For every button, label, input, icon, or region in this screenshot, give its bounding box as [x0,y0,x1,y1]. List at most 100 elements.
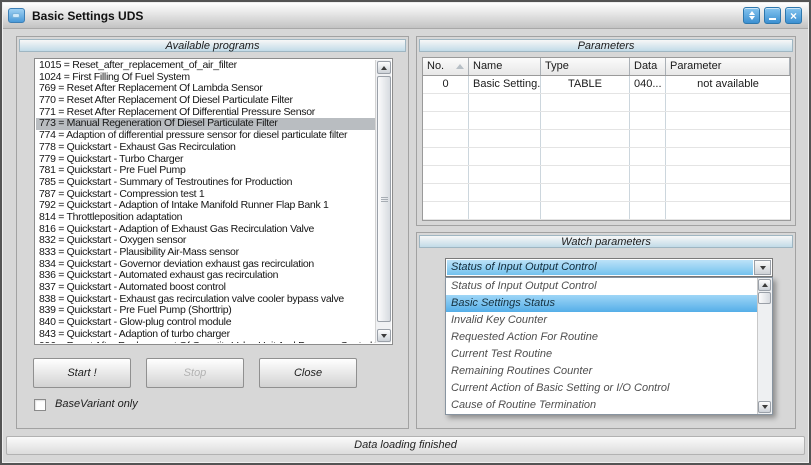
dropdown-scroll-up-button[interactable] [758,279,771,291]
minimize-button[interactable] [764,7,781,24]
program-list-item[interactable]: 770 = Reset After Replacement Of Diesel … [36,95,375,107]
restore-button[interactable] [743,7,760,24]
minimize-icon [769,18,776,20]
table-empty-cell [630,202,666,219]
program-list-item[interactable]: 774 = Adaption of differential pressure … [36,130,375,142]
program-list-item[interactable]: 792 = Quickstart - Adaption of Intake Ma… [36,200,375,212]
table-empty-cell [541,112,630,129]
stop-button[interactable]: Stop [146,358,244,388]
close-button[interactable]: × [785,7,802,24]
program-list-item[interactable]: 836 = Quickstart - Automated exhaust gas… [36,270,375,282]
program-list-item[interactable]: 837 = Quickstart - Automated boost contr… [36,282,375,294]
available-programs-title: Available programs [19,39,406,52]
program-list-item[interactable]: 833 = Quickstart - Plausibility Air-Mass… [36,247,375,259]
basevariant-checkbox[interactable] [34,399,46,411]
cell-parameter: not available [666,76,790,93]
table-empty-cell [423,166,469,183]
table-empty-cell [423,94,469,111]
table-empty-cell [541,184,630,201]
dropdown-scroll-down-button[interactable] [758,401,771,413]
list-scrollbar[interactable] [375,60,391,343]
program-list-item[interactable]: 787 = Quickstart - Compression test 1 [36,189,375,201]
table-empty-cell [469,166,541,183]
table-empty-cell [423,148,469,165]
dropdown-option[interactable]: Current Test Routine [446,346,757,363]
cell-data: 040... [630,76,666,93]
table-header-row: No. Name Type Data Parameter [423,58,790,76]
table-empty-cell [541,94,630,111]
program-list-item[interactable]: 785 = Quickstart - Summary of Testroutin… [36,177,375,189]
dropdown-option[interactable]: Current Action of Basic Setting or I/O C… [446,380,757,397]
program-list-item[interactable]: 1015 = Reset_after_replacement_of_air_fi… [36,60,375,72]
table-empty-cell [666,184,790,201]
app-icon [8,8,25,23]
table-empty-cell [666,112,790,129]
cell-no: 0 [423,76,469,93]
table-empty-cell [423,112,469,129]
table-empty-cell [469,184,541,201]
program-list-item[interactable]: 834 = Quickstart - Governor deviation ex… [36,259,375,271]
scroll-thumb[interactable] [377,76,391,322]
dropdown-option[interactable]: Requested Action For Routine [446,329,757,346]
dropdown-scroll-thumb[interactable] [758,292,771,304]
program-list-item[interactable]: 1024 = First Filling Of Fuel System [36,72,375,84]
program-list-item[interactable]: 781 = Quickstart - Pre Fuel Pump [36,165,375,177]
dropdown-option[interactable]: Basic Settings Status [446,295,757,312]
watch-combobox[interactable]: Status of Input Output Control [445,258,773,277]
program-list-item[interactable]: 814 = Throttleposition adaptation [36,212,375,224]
program-list-item[interactable]: 816 = Quickstart - Adaption of Exhaust G… [36,224,375,236]
program-list-item[interactable]: 838 = Quickstart - Exhaust gas recircula… [36,294,375,306]
table-empty-cell [630,220,666,221]
watch-dropdown-list: Status of Input Output ControlBasic Sett… [446,278,757,414]
table-empty-cell [469,220,541,221]
table-empty-cell [469,112,541,129]
column-header-no[interactable]: No. [423,58,469,75]
table-empty-cell [666,94,790,111]
dropdown-option[interactable]: Cause of Routine Termination [446,397,757,414]
scroll-down-button[interactable] [377,329,391,342]
title-bar[interactable]: Basic Settings UDS × [3,3,808,29]
combobox-dropdown-button[interactable] [754,260,771,275]
group-title-label: Watch parameters [561,236,651,248]
program-list-item[interactable]: 769 = Reset After Replacement Of Lambda … [36,83,375,95]
dropdown-option[interactable]: Status of Input Output Control [446,278,757,295]
table-empty-cell [469,130,541,147]
table-empty-cell [630,148,666,165]
thumb-grip-icon [381,199,388,200]
program-list-item[interactable]: 839 = Quickstart - Pre Fuel Pump (Shortt… [36,305,375,317]
column-label: No. [423,58,444,75]
table-empty-row [423,202,790,220]
table-empty-cell [630,130,666,147]
program-list-item[interactable]: 771 = Reset After Replacement Of Differe… [36,107,375,119]
close-dialog-button[interactable]: Close [259,358,357,388]
program-list-item[interactable]: 773 = Manual Regeneration Of Diesel Part… [36,118,375,130]
program-list-item[interactable]: 778 = Quickstart - Exhaust Gas Recircula… [36,142,375,154]
scroll-up-button[interactable] [377,61,391,74]
table-empty-row [423,220,790,221]
dropdown-option[interactable]: Remaining Routines Counter [446,363,757,380]
table-empty-cell [541,148,630,165]
table-empty-row [423,166,790,184]
table-row[interactable]: 0 Basic Setting... TABLE 040... not avai… [423,76,790,94]
program-list-item[interactable]: 832 = Quickstart - Oxygen sensor [36,235,375,247]
column-header-data[interactable]: Data [630,58,666,75]
watch-parameters-group: Watch parameters Status of Input Output … [416,232,796,429]
dropdown-option[interactable]: Invalid Key Counter [446,312,757,329]
table-empty-cell [423,184,469,201]
start-button[interactable]: Start ! [33,358,131,388]
program-listbox[interactable]: 1015 = Reset_after_replacement_of_air_fi… [34,58,393,345]
table-empty-row [423,112,790,130]
column-header-parameter[interactable]: Parameter [666,58,790,75]
program-list-item[interactable]: 843 = Quickstart - Adaption of turbo cha… [36,329,375,341]
program-list-item[interactable]: 996 = Reset After Replacement Of Quantit… [36,341,375,344]
program-list-item[interactable]: 779 = Quickstart - Turbo Charger [36,154,375,166]
parameters-group: Parameters No. Name Type Data Parameter … [416,36,796,226]
table-empty-cell [666,166,790,183]
column-header-type[interactable]: Type [541,58,630,75]
arrow-down-icon [381,334,387,338]
program-list-item[interactable]: 840 = Quickstart - Glow-plug control mod… [36,317,375,329]
column-header-name[interactable]: Name [469,58,541,75]
window-controls: × [743,7,802,24]
dropdown-scrollbar[interactable] [757,278,772,414]
status-text: Data loading finished [354,439,457,451]
